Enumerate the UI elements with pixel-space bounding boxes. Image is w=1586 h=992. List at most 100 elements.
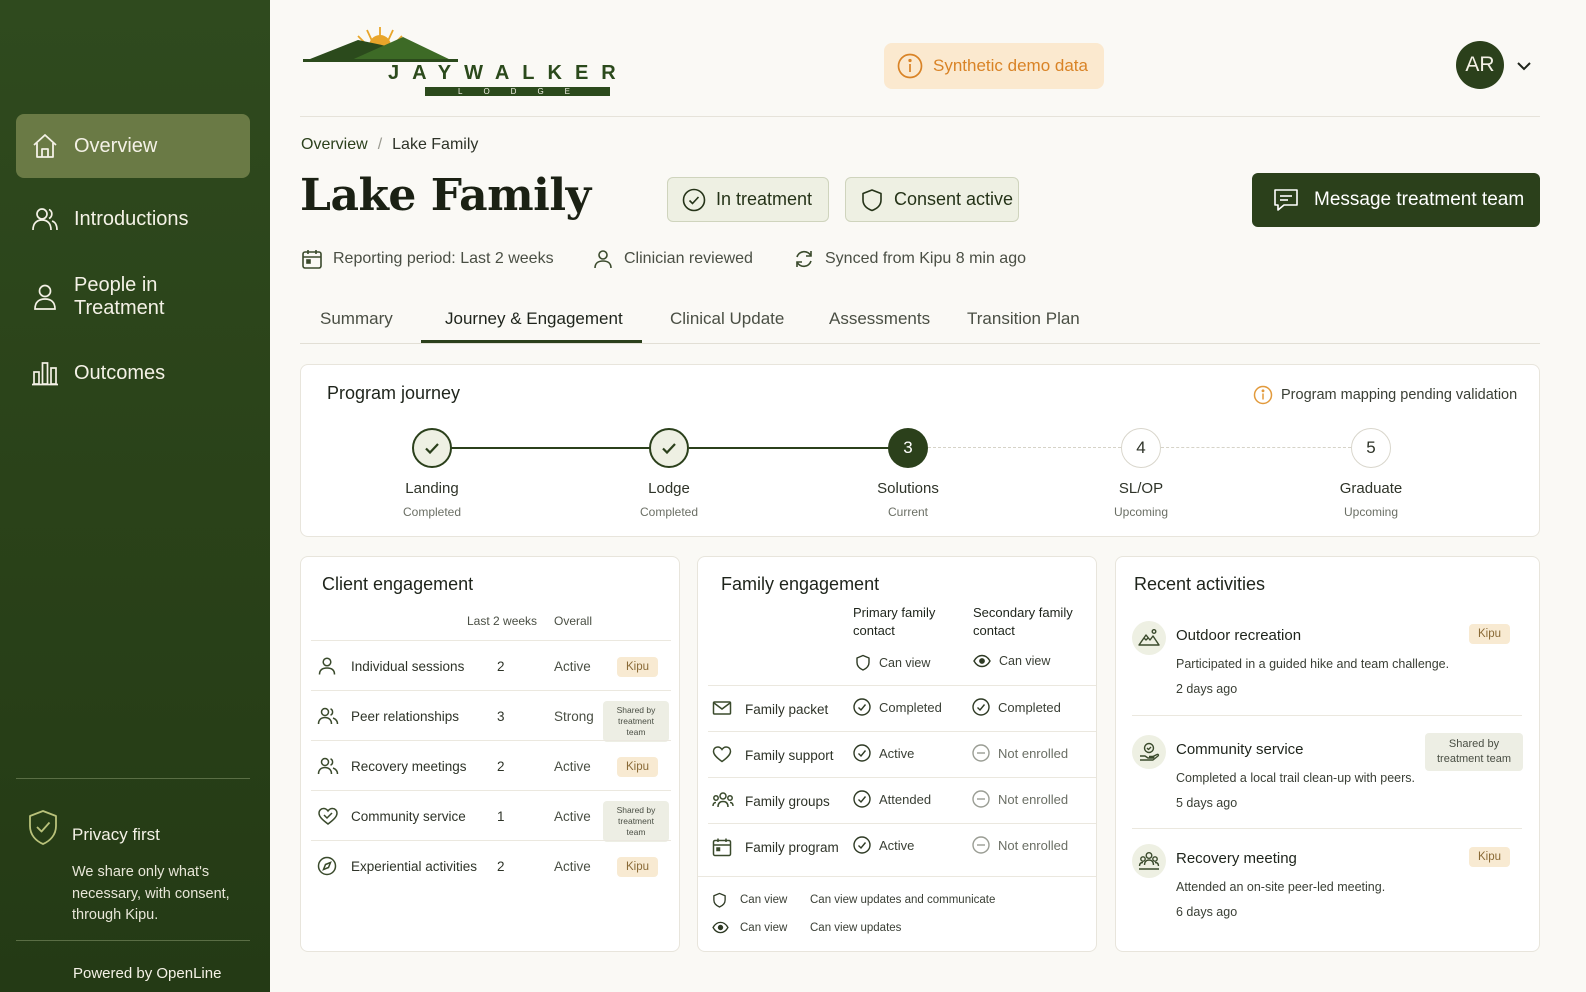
consent-badge: Consent active	[845, 177, 1019, 222]
card-title: Recent activities	[1134, 574, 1266, 594]
status-text: Active	[879, 837, 915, 853]
secondary-permission: Can view	[973, 654, 1050, 668]
sidebar-divider	[16, 940, 250, 941]
calendar-icon	[301, 248, 323, 270]
recent-activities-card: Recent activities Outdoor recreation Par…	[1115, 556, 1540, 952]
journey-step-solutions[interactable]: 3 Solutions Current	[828, 428, 988, 519]
secondary-status: Completed	[972, 698, 1061, 716]
journey-step-name: Graduate	[1339, 480, 1403, 497]
sidebar-item-label: Overview	[74, 134, 158, 157]
sync-status-text: Synced from Kipu 8 min ago	[825, 250, 1026, 267]
row-label: Family groups	[745, 794, 830, 809]
message-icon	[1272, 187, 1300, 213]
activity-date: 5 days ago	[1176, 796, 1238, 810]
tab-journey-engagement[interactable]: Journey & Engagement	[445, 309, 623, 329]
demo-data-badge: Synthetic demo data	[884, 43, 1104, 89]
journey-step-sl-op[interactable]: 4 SL/OP Upcoming	[1061, 428, 1221, 519]
journey-step-number: 4	[1121, 428, 1161, 468]
table-row[interactable]: Individual sessions 2 Active Kipu	[311, 640, 671, 690]
brand-logo[interactable]: JAYWALKER LODGE	[303, 24, 648, 99]
check-icon	[649, 428, 689, 468]
shield-icon	[855, 654, 871, 671]
primary-status: Active	[853, 836, 914, 854]
heart-icon	[712, 745, 732, 763]
activity-item[interactable]: Recovery meeting Attended an on-site pee…	[1132, 844, 1522, 924]
card-title: Client engagement	[322, 574, 474, 594]
table-row[interactable]: Peer relationships 3 Strong Shared by tr…	[311, 690, 671, 742]
table-row[interactable]: Community service 1 Active Shared by tre…	[311, 790, 671, 842]
breadcrumb-link-overview[interactable]: Overview	[301, 136, 368, 154]
status-badge: In treatment	[667, 177, 829, 222]
tab-summary[interactable]: Summary	[320, 309, 393, 329]
breadcrumb-current: Lake Family	[392, 136, 479, 153]
home-icon	[30, 131, 60, 161]
heart-hand-icon	[317, 806, 339, 826]
table-row[interactable]: Family support Active Not enrolled	[708, 731, 1096, 777]
journey-step-status: Completed	[402, 505, 462, 519]
row-label: Individual sessions	[351, 659, 465, 674]
info-icon	[897, 53, 923, 79]
legend-text: Can view updates and communicate	[810, 894, 996, 906]
status-text: Attended	[879, 791, 932, 807]
table-row[interactable]: Family groups Attended Not enrolled	[708, 777, 1096, 823]
status-text: Active	[879, 745, 915, 761]
sidebar-item-outcomes[interactable]: Outcomes	[16, 341, 250, 405]
tab-assessments[interactable]: Assessments	[829, 309, 930, 329]
table-row[interactable]: Experiential activities 2 Active Kipu	[311, 840, 671, 888]
info-icon	[1253, 385, 1273, 405]
tab-clinical-update[interactable]: Clinical Update	[670, 309, 784, 329]
check-circle-icon	[853, 836, 871, 854]
eye-icon	[712, 921, 740, 934]
row-count: 2	[497, 859, 505, 874]
brand-name: JAYWALKER	[388, 62, 629, 84]
primary-status: Completed	[853, 698, 942, 716]
mountain-icon	[1132, 621, 1166, 655]
journey-step-lodge[interactable]: Lodge Completed	[589, 428, 749, 519]
program-journey-card: Program journey Program mapping pending …	[300, 364, 1540, 537]
column-header-secondary: Secondary family contact	[973, 605, 1073, 638]
sidebar-item-people-in-treatment[interactable]: People in Treatment	[16, 265, 250, 329]
journey-step-name: Landing	[405, 480, 459, 497]
person-icon	[30, 282, 60, 312]
page-title: Lake Family	[300, 170, 591, 221]
row-label: Experiential activities	[351, 859, 478, 874]
user-avatar[interactable]: AR	[1456, 41, 1504, 89]
tab-transition-plan[interactable]: Transition Plan	[967, 309, 1080, 329]
reporting-period-text: Reporting period: Last 2 weeks	[333, 250, 554, 267]
chevron-down-icon[interactable]	[1515, 57, 1533, 75]
sidebar-item-introductions[interactable]: Introductions	[16, 187, 250, 251]
journey-step-graduate[interactable]: 5 Graduate Upcoming	[1291, 428, 1451, 519]
column-header-primary: Primary family contact	[853, 605, 936, 638]
mapping-warning-text: Program mapping pending validation	[1281, 387, 1518, 403]
row-count: 2	[497, 759, 505, 774]
permission-label: Can view	[999, 654, 1051, 668]
clinician-reviewed-text: Clinician reviewed	[624, 250, 753, 267]
journey-step-landing[interactable]: Landing Completed	[352, 428, 512, 519]
row-count: 3	[497, 709, 505, 724]
check-circle-icon	[682, 188, 706, 212]
table-row[interactable]: Recovery meetings 2 Active Kipu	[311, 740, 671, 790]
journey-step-name: Solutions	[877, 480, 939, 497]
privacy-text: We share only what's necessary, with con…	[72, 864, 230, 923]
legend-text: Can view updates	[810, 921, 902, 934]
legend-divider	[698, 876, 1096, 877]
activity-item[interactable]: Outdoor recreation Participated in a gui…	[1132, 621, 1522, 701]
row-label: Recovery meetings	[351, 759, 467, 774]
primary-status: Attended	[853, 790, 931, 808]
source-tag: Kipu	[1469, 624, 1511, 644]
table-row[interactable]: Family program Active Not enrolled	[708, 823, 1096, 869]
activity-item[interactable]: Community service Completed a local trai…	[1132, 733, 1523, 815]
row-label: Family packet	[745, 702, 829, 717]
activity-date: 6 days ago	[1176, 905, 1238, 919]
sidebar-item-overview[interactable]: Overview	[16, 114, 250, 178]
message-treatment-team-button[interactable]: Message treatment team	[1252, 173, 1540, 227]
legend-label: Can view	[740, 921, 788, 934]
shield-icon	[860, 188, 884, 212]
row-overall: Strong	[554, 709, 594, 724]
journey-step-number: 5	[1351, 428, 1391, 468]
row-label: Family program	[745, 840, 839, 855]
legend-item: Can view Can view updates and communicat…	[712, 892, 995, 908]
minus-circle-icon	[972, 836, 990, 854]
secondary-status: Not enrolled	[972, 790, 1068, 808]
table-row[interactable]: Family packet Completed Completed	[708, 685, 1096, 731]
